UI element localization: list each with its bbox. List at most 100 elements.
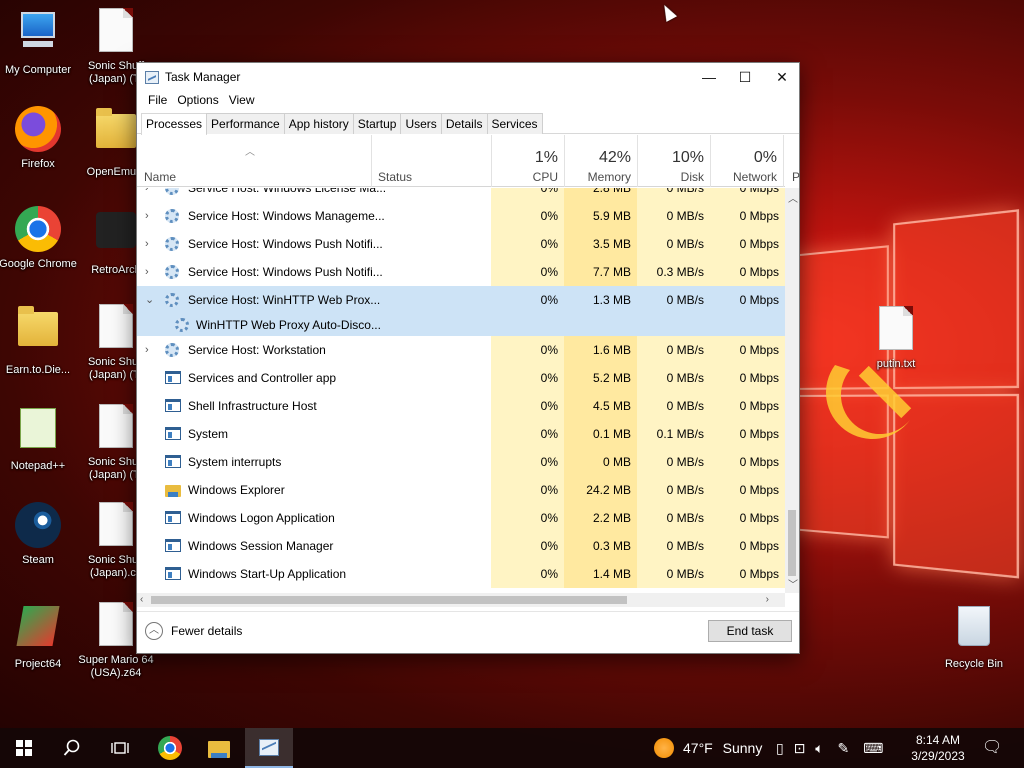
desktop-icon-earn-to-die[interactable]: Earn.to.Die...	[0, 304, 82, 377]
process-row[interactable]: › Service Host: Windows Manageme... 0% 5.9 …	[137, 202, 785, 230]
disk-cell: 0 MB/s	[637, 188, 710, 202]
column-status[interactable]: Status	[371, 135, 491, 187]
disk-cell: 0.1 MB/s	[637, 420, 710, 448]
process-row[interactable]: Windows Session Manager 0% 0.3 MB 0 MB/s 0 M…	[137, 532, 785, 560]
process-row[interactable]: System interrupts 0% 0 MB 0 MB/s 0 Mbps	[137, 448, 785, 476]
horizontal-scrollbar[interactable]: ‹ ›	[137, 593, 785, 607]
process-row[interactable]: Windows Explorer 0% 24.2 MB 0 MB/s 0 Mbps	[137, 476, 785, 504]
gear-icon	[165, 237, 181, 251]
column-power-label: P	[792, 170, 801, 184]
gear-icon	[175, 318, 191, 332]
desktop-icon-notepadpp[interactable]: Notepad++	[0, 404, 82, 473]
column-disk[interactable]: 10% Disk	[637, 135, 710, 187]
vertical-scrollbar[interactable]: ︿ ﹀	[785, 188, 799, 593]
desktop-icon-chrome[interactable]: Google Chrome	[0, 206, 82, 271]
notepad-tray-icon[interactable]: ▯	[776, 740, 784, 756]
scroll-up-icon[interactable]: ︿	[788, 190, 798, 205]
tab-users[interactable]: Users	[400, 113, 442, 134]
menu-options[interactable]: Options	[172, 91, 223, 111]
process-row[interactable]: Windows Start-Up Application 0% 1.4 MB 0 MB…	[137, 560, 785, 588]
menu-file[interactable]: File	[143, 91, 172, 111]
menu-view[interactable]: View	[224, 91, 260, 111]
memory-cell: 2.8 MB	[564, 188, 637, 202]
process-name: Service Host: Windows Push Notifi...	[188, 265, 383, 279]
process-name: Service Host: Workstation	[188, 343, 326, 357]
clock[interactable]: 8:14 AM 3/29/2023	[906, 732, 970, 764]
taskbar-file-explorer[interactable]	[195, 728, 243, 768]
desktop-icon-firefox[interactable]: Firefox	[0, 106, 82, 171]
file-explorer-icon	[208, 740, 230, 758]
volume-icon[interactable]: 🔈︎	[815, 740, 823, 756]
column-network-label: Network	[732, 170, 777, 184]
maximize-button[interactable]: ☐	[726, 63, 764, 91]
taskbar-chrome[interactable]	[146, 728, 194, 768]
process-row[interactable]: Services and Controller app 0% 5.2 MB 0 MB/…	[137, 364, 785, 392]
cpu-cell: 0%	[540, 293, 558, 307]
minimize-button[interactable]: —	[690, 63, 728, 91]
chevron-right-icon[interactable]: ›	[145, 336, 157, 364]
app-window-icon	[165, 399, 181, 413]
column-disk-label: Disk	[680, 170, 704, 184]
desktop-icon-label: Project64	[14, 658, 62, 670]
column-cpu[interactable]: 1% CPU	[491, 135, 564, 187]
cpu-cell: 0%	[491, 364, 564, 392]
tab-processes[interactable]: Processes	[141, 113, 208, 135]
process-name: Windows Session Manager	[188, 539, 334, 553]
keyboard-icon[interactable]: ⌨	[863, 740, 883, 756]
notifications-button[interactable]: 🗨︎	[982, 728, 1002, 768]
weather-widget[interactable]: 47°F Sunny	[683, 728, 762, 768]
process-row-child[interactable]: WinHTTP Web Proxy Auto-Disco...	[137, 314, 785, 336]
process-row[interactable]: Windows Logon Application 0% 2.2 MB 0 MB/s 0…	[137, 504, 785, 532]
process-row[interactable]: System 0% 0.1 MB 0.1 MB/s 0 Mbps	[137, 420, 785, 448]
end-task-button[interactable]: End task	[708, 620, 792, 642]
chevron-right-icon[interactable]: ›	[145, 258, 157, 286]
column-power[interactable]: P	[783, 135, 801, 187]
tab-startup[interactable]: Startup	[352, 113, 402, 134]
network-icon[interactable]: ⊡	[794, 740, 806, 756]
process-row[interactable]: › Service Host: Workstation 0% 1.6 MB 0 MB/s…	[137, 336, 785, 364]
chevron-right-icon[interactable]: ›	[145, 188, 157, 202]
process-row[interactable]: › Service Host: Windows Push Notifi... 0% 7…	[137, 258, 785, 286]
scroll-right-icon[interactable]: ›	[766, 594, 769, 605]
search-icon	[63, 739, 80, 756]
chrome-icon	[158, 736, 182, 760]
process-row[interactable]: ⌄ Service Host: WinHTTP Web Prox... 0% 1.3 …	[137, 286, 785, 314]
network-cell: 0 Mbps	[710, 336, 785, 364]
task-view-button[interactable]	[96, 728, 144, 768]
search-button[interactable]	[48, 728, 96, 768]
desktop-icon-my-computer[interactable]: My Computer	[0, 8, 82, 77]
chevron-right-icon[interactable]: ›	[145, 230, 157, 258]
fewer-details-button[interactable]: ︿ Fewer details	[145, 622, 242, 640]
process-row[interactable]: › Service Host: Windows License Ma... 0% 2.…	[137, 188, 785, 202]
tab-performance[interactable]: Performance	[206, 113, 285, 134]
desktop-icon-putin-txt[interactable]: putin.txt	[852, 306, 940, 371]
scroll-down-icon[interactable]: ﹀	[788, 576, 798, 591]
pen-icon[interactable]: ✎	[838, 740, 850, 756]
desktop-icon-label: Notepad++	[10, 460, 66, 472]
disk-total: 10%	[671, 149, 704, 166]
disk-cell: 0 MB/s	[637, 476, 710, 504]
column-network[interactable]: 0% Network	[710, 135, 783, 187]
taskbar: 47°F Sunny ▯ ⊡ 🔈︎ ✎ ⌨ 8:14 AM 3/29/2023 …	[0, 728, 1024, 768]
process-name-cell: Services and Controller app	[137, 364, 491, 392]
chevron-right-icon[interactable]: ›	[145, 202, 157, 230]
cpu-cell: 0%	[491, 504, 564, 532]
start-button[interactable]	[0, 728, 48, 768]
column-name[interactable]: Name	[137, 135, 371, 187]
taskbar-task-manager[interactable]	[245, 728, 293, 768]
tab-details[interactable]: Details	[440, 113, 488, 134]
column-memory[interactable]: 42% Memory	[564, 135, 637, 187]
tab-app-history[interactable]: App history	[283, 113, 354, 134]
vertical-scroll-thumb[interactable]	[788, 510, 796, 576]
chevron-down-icon[interactable]: ⌄	[145, 286, 157, 314]
close-button[interactable]: ✕	[763, 63, 801, 91]
scroll-left-icon[interactable]: ‹	[140, 594, 143, 605]
process-row[interactable]: Shell Infrastructure Host 0% 4.5 MB 0 MB/s 0…	[137, 392, 785, 420]
tab-services[interactable]: Services	[486, 113, 543, 134]
cpu-cell: 0%	[491, 560, 564, 588]
horizontal-scroll-thumb[interactable]	[151, 596, 627, 604]
desktop-icon-steam[interactable]: Steam	[0, 502, 82, 567]
process-row[interactable]: › Service Host: Windows Push Notifi... 0% 3…	[137, 230, 785, 258]
desktop-icon-project64[interactable]: Project64	[0, 602, 82, 671]
desktop-icon-recycle-bin[interactable]: Recycle Bin	[930, 602, 1018, 671]
